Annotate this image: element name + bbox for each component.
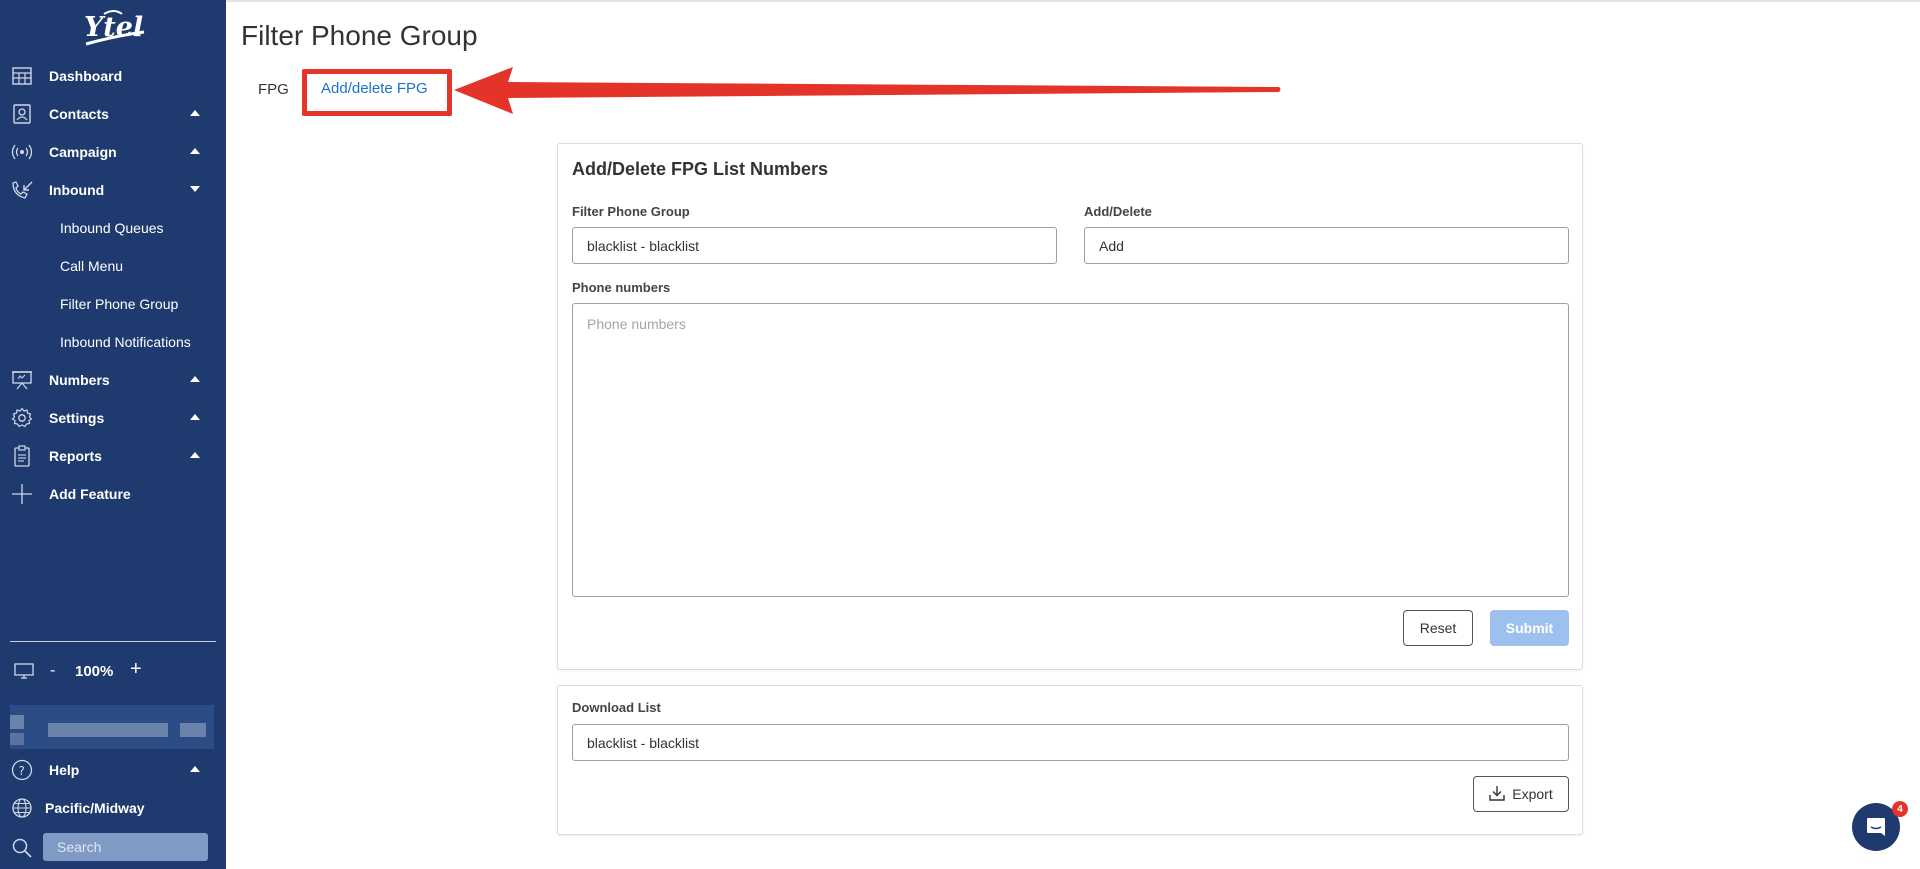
svg-text:?: ? — [19, 764, 25, 778]
reports-icon — [10, 445, 34, 467]
chevron-up-icon — [190, 148, 200, 154]
download-list-select[interactable]: blacklist - blacklist — [572, 724, 1569, 761]
phone-numbers-label: Phone numbers — [572, 280, 671, 295]
sidebar-item-label: Help — [49, 762, 80, 778]
add-delete-select[interactable]: Add — [1084, 227, 1569, 264]
dashboard-icon — [10, 66, 34, 86]
filter-phone-group-select[interactable]: blacklist - blacklist — [572, 227, 1057, 264]
form-title: Add/Delete FPG List Numbers — [572, 159, 829, 179]
sidebar-subitem-label: Inbound Queues — [60, 220, 164, 236]
chevron-up-icon — [190, 110, 200, 116]
page-title: Filter Phone Group — [241, 20, 478, 51]
chevron-down-icon — [190, 186, 200, 192]
zoom-in-button[interactable]: + — [130, 658, 142, 681]
sidebar-item-label: Numbers — [49, 372, 110, 388]
export-label: Export — [1512, 786, 1553, 802]
chevron-up-icon — [190, 766, 200, 772]
inbound-icon — [10, 180, 34, 200]
sidebar-item-dashboard[interactable]: Dashboard — [0, 57, 226, 95]
sidebar-subitem-inbound-notifications[interactable]: Inbound Notifications — [0, 324, 226, 358]
sidebar-item-label: Inbound — [49, 182, 105, 198]
ytel-logo[interactable]: Ytel — [80, 8, 150, 50]
sidebar-item-label: Campaign — [49, 144, 117, 160]
sidebar-subitem-filter-phone-group[interactable]: Filter Phone Group — [0, 286, 226, 320]
sidebar-item-inbound[interactable]: Inbound — [0, 171, 226, 209]
phone-numbers-textarea[interactable] — [572, 303, 1569, 597]
gear-icon — [10, 407, 34, 428]
globe-icon — [10, 798, 34, 818]
sidebar-item-label: Contacts — [49, 106, 109, 122]
sidebar-item-timezone[interactable]: Pacific/Midway — [0, 789, 226, 827]
chevron-up-icon — [190, 376, 200, 382]
add-delete-form-card: Add/Delete FPG List Numbers Filter Phone… — [557, 143, 1583, 670]
sidebar-item-label: Pacific/Midway — [45, 800, 145, 816]
reset-button[interactable]: Reset — [1403, 610, 1473, 646]
submit-button[interactable]: Submit — [1490, 610, 1569, 646]
annotation-arrow — [454, 67, 1281, 114]
zoom-out-button[interactable]: - — [50, 662, 55, 680]
sidebar-item-label: Dashboard — [49, 68, 123, 84]
sidebar-item-label: Add Feature — [49, 486, 131, 502]
sidebar-item-help[interactable]: ? Help — [0, 751, 226, 789]
zoom-level: 100% — [75, 663, 114, 680]
sidebar-item-label: Settings — [49, 410, 105, 426]
filter-phone-group-label: Filter Phone Group — [572, 204, 690, 219]
chat-icon — [1865, 816, 1887, 843]
sidebar-item-settings[interactable]: Settings — [0, 399, 226, 437]
sidebar: Ytel Dashboard Contacts Campaign Inbound — [0, 0, 226, 869]
monitor-icon — [14, 663, 34, 684]
plus-icon — [10, 484, 34, 504]
download-list-card: Download List blacklist - blacklist Expo… — [557, 685, 1583, 835]
numbers-icon — [10, 370, 34, 390]
sidebar-subitem-label: Call Menu — [60, 258, 124, 274]
add-delete-label: Add/Delete — [1084, 204, 1152, 219]
sidebar-divider — [10, 641, 216, 642]
top-border — [226, 0, 1920, 2]
sidebar-item-add-feature[interactable]: Add Feature — [0, 475, 226, 513]
user-account-blurred[interactable] — [10, 705, 214, 749]
help-icon: ? — [10, 759, 34, 781]
contacts-icon — [10, 104, 34, 124]
sidebar-subitem-label: Inbound Notifications — [60, 334, 191, 350]
sidebar-item-reports[interactable]: Reports — [0, 437, 226, 475]
sidebar-item-numbers[interactable]: Numbers — [0, 361, 226, 399]
search-icon — [11, 837, 33, 864]
zoom-control: - 100% + — [0, 655, 226, 685]
sidebar-item-campaign[interactable]: Campaign — [0, 133, 226, 171]
campaign-icon — [10, 142, 34, 162]
annotation-highlight-box — [302, 69, 452, 116]
download-icon — [1489, 785, 1505, 804]
tab-fpg[interactable]: FPG — [258, 81, 289, 98]
sidebar-subitem-label: Filter Phone Group — [60, 296, 179, 312]
download-list-label: Download List — [572, 700, 661, 715]
sidebar-subitem-inbound-queues[interactable]: Inbound Queues — [0, 210, 226, 244]
chevron-up-icon — [190, 414, 200, 420]
chat-notification-badge: 4 — [1892, 801, 1908, 817]
chevron-up-icon — [190, 452, 200, 458]
sidebar-item-contacts[interactable]: Contacts — [0, 95, 226, 133]
sidebar-subitem-call-menu[interactable]: Call Menu — [0, 248, 226, 282]
sidebar-item-label: Reports — [49, 448, 102, 464]
search-input[interactable] — [43, 833, 208, 861]
export-button[interactable]: Export — [1473, 776, 1569, 812]
